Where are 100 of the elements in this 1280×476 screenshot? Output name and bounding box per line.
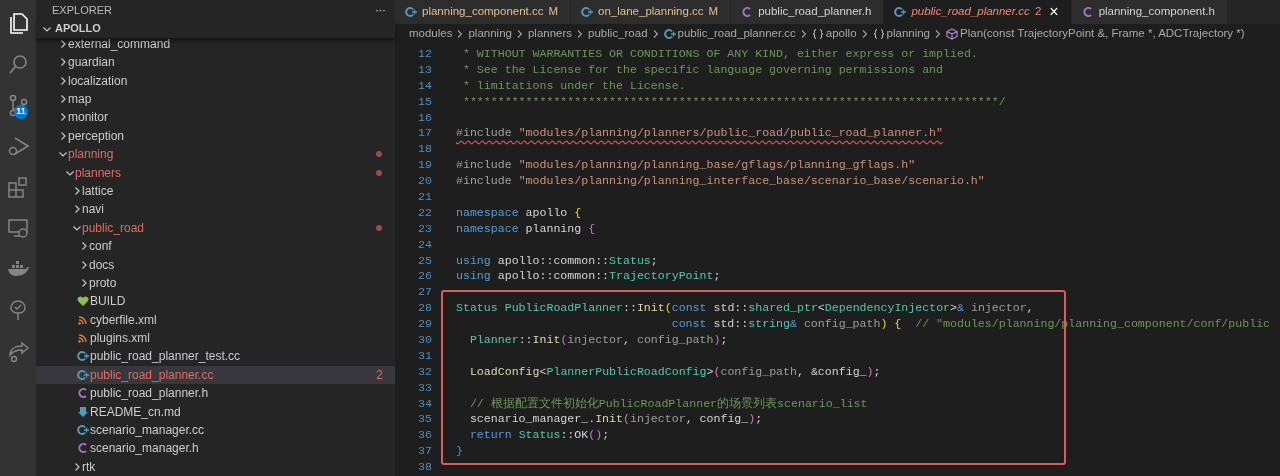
cpp-file-icon xyxy=(77,368,89,381)
line-number: 34 xyxy=(418,395,432,412)
tree-item[interactable]: navi xyxy=(36,200,395,219)
tree-item[interactable]: monitor xyxy=(36,108,395,127)
code-line: Status PublicRoadPlanner::Init(const std::shared_ptr<DependencyInjector>& injector, xyxy=(456,300,1034,317)
line-number: 26 xyxy=(418,268,432,285)
tree-item[interactable]: README_cn.md xyxy=(36,402,395,421)
braces-icon xyxy=(811,28,824,40)
tree-item[interactable]: localization xyxy=(36,71,395,90)
breadcrumb-item[interactable]: public_road xyxy=(588,25,648,43)
line-number: 28 xyxy=(418,300,432,317)
tree-item[interactable]: docs xyxy=(36,255,395,274)
code-line: LoadConfig<PlannerPublicRoadConfig>(config_path, &config_); xyxy=(468,363,881,380)
tree-item[interactable]: map xyxy=(36,89,395,109)
tree-item[interactable]: proto xyxy=(36,273,395,293)
more-actions-icon[interactable]: ··· xyxy=(375,0,385,20)
chevron-right-icon xyxy=(576,29,585,39)
breadcrumb-item[interactable]: planning xyxy=(886,25,930,43)
tree-item[interactable]: planners xyxy=(36,163,395,182)
breadcrumb-item[interactable]: planning xyxy=(468,25,512,43)
cpp-file-icon xyxy=(77,350,89,363)
line-number: 14 xyxy=(418,77,432,94)
tree-item[interactable]: scenario_manager.cc xyxy=(36,420,395,440)
tree-item[interactable]: guardian xyxy=(36,53,395,72)
line-number: 37 xyxy=(418,443,432,460)
chevron-right-icon[interactable] xyxy=(72,204,82,215)
tree-item[interactable]: cyberfile.xml xyxy=(36,310,395,329)
chevron-right-icon xyxy=(934,29,942,39)
editor-tab[interactable]: public_road_planner.h xyxy=(731,0,885,24)
chevron-right-icon[interactable] xyxy=(58,75,68,86)
tree-item[interactable]: plugins.xml xyxy=(36,328,395,348)
chevron-right-icon[interactable] xyxy=(58,112,68,123)
line-number: 18 xyxy=(418,141,432,158)
breadcrumb-item[interactable]: Plan(const TrajectoryPoint &, Frame *, ADCTrajectory *) xyxy=(960,25,1245,43)
line-number: 25 xyxy=(418,252,432,269)
workspace-root[interactable]: APOLLO xyxy=(55,20,101,37)
code-line: #include "modules/planning/planning_interface_base/scenario_base/scenario.h" xyxy=(456,173,985,189)
chevron-right-icon xyxy=(515,29,524,39)
editor-tab[interactable]: planning_component.cc M xyxy=(395,0,572,24)
code-line: return Status::OK(); xyxy=(468,427,610,444)
line-number: 38 xyxy=(418,459,432,476)
chevron-right-icon[interactable] xyxy=(58,130,68,141)
cpp-file-icon xyxy=(581,6,594,18)
chevron-right-icon[interactable] xyxy=(58,57,68,68)
tree-item[interactable]: public_road_planner_test.cc xyxy=(36,347,395,366)
tree-item[interactable]: scenario_manager.h xyxy=(36,439,395,458)
line-number: 13 xyxy=(418,61,432,78)
line-number: 33 xyxy=(418,379,432,396)
code-line: using apollo::common::Status; xyxy=(456,252,658,269)
chevron-right-icon[interactable] xyxy=(58,94,68,104)
code-line: * WITHOUT WARRANTIES OR CONDITIONS OF ANY KIND, either express or implied. xyxy=(461,46,978,62)
arrow-down-icon xyxy=(77,405,89,418)
breadcrumb-item[interactable]: planners xyxy=(527,25,573,43)
code-line: namespace apollo { xyxy=(456,204,582,221)
line-number: 17 xyxy=(418,125,432,142)
chevron-right-icon[interactable] xyxy=(79,277,89,288)
tree-item[interactable]: BUILD xyxy=(36,292,395,311)
tree-item[interactable]: public_road xyxy=(36,218,395,237)
tree-item[interactable]: public_road_planner.h xyxy=(36,384,395,403)
heart-icon xyxy=(77,295,89,308)
line-number: 35 xyxy=(418,411,432,428)
line-number: 31 xyxy=(418,347,432,364)
breadcrumb-item[interactable]: modules xyxy=(409,25,453,43)
line-number: 23 xyxy=(418,220,432,237)
editor-tab[interactable]: planning_component.h xyxy=(1071,0,1228,24)
code-line: namespace planning { xyxy=(456,220,596,237)
header-file-icon xyxy=(77,442,89,455)
tree-item[interactable]: perception xyxy=(36,126,395,145)
tree-item[interactable]: external_command xyxy=(36,34,395,53)
line-number: 36 xyxy=(418,427,432,444)
tree-item[interactable]: planning xyxy=(36,144,395,164)
braces-icon xyxy=(872,28,885,40)
chevron-right-icon[interactable] xyxy=(79,259,89,270)
tree-item[interactable]: lattice xyxy=(36,181,395,201)
editor-tab[interactable]: public_road_planner.cc 2 × xyxy=(884,0,1072,24)
chevron-right-icon xyxy=(860,29,869,39)
editor-tab[interactable]: on_lane_planning.cc M xyxy=(571,0,732,24)
code-line: *****************************************************************************/ xyxy=(461,93,1006,110)
tree-item[interactable]: public_road_planner.cc 2 xyxy=(36,365,395,385)
code-line: scenario_manager_.Init(injector, config_); xyxy=(468,411,763,428)
line-number: 20 xyxy=(418,173,432,189)
chevron-right-icon[interactable] xyxy=(72,461,82,472)
chevron-right-icon[interactable] xyxy=(58,38,68,49)
chevron-right-icon[interactable] xyxy=(72,185,82,196)
tree-item[interactable]: conf xyxy=(36,236,395,256)
extensions-icon[interactable] xyxy=(6,174,30,199)
line-number: 27 xyxy=(418,284,432,301)
tree-item[interactable]: rtk xyxy=(36,457,395,476)
cpp-file-icon xyxy=(663,28,676,40)
chevron-right-icon[interactable] xyxy=(79,241,89,252)
close-icon[interactable]: × xyxy=(1049,4,1059,20)
cube-icon xyxy=(946,28,958,40)
line-number: 29 xyxy=(418,316,432,333)
breadcrumb-item[interactable]: public_road_planner.cc xyxy=(677,25,796,43)
line-number: 32 xyxy=(418,363,432,380)
rss-icon xyxy=(77,313,89,326)
breadcrumb-item[interactable]: apollo xyxy=(825,25,857,43)
cpp-file-icon xyxy=(77,424,89,436)
code-line: * See the License for the specific language governing permissions and xyxy=(461,61,944,78)
code-line: Planner::Init(injector, config_path); xyxy=(468,332,728,348)
